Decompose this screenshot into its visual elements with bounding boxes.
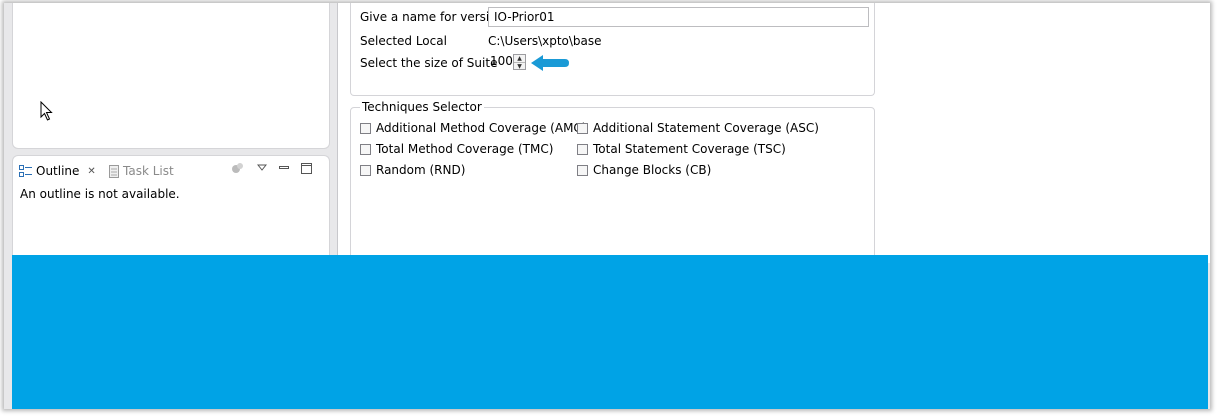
suite-size-input[interactable]: 100 [490,54,513,68]
left-top-panel [12,3,330,149]
mouse-cursor-icon [40,101,53,121]
checkbox-box[interactable] [577,164,588,176]
suite-size-spinner[interactable]: ▲ ▼ [513,54,526,70]
version-group: Give a name for version IO-Prior01 Selec… [350,3,875,96]
techniques-group: Techniques Selector Additional Method Co… [350,100,875,269]
version-name-label: Give a name for version [360,10,505,24]
outline-view: Outline ✕ Task List An outline is not av… [12,155,330,266]
focus-icon[interactable] [231,162,245,174]
checkbox-cb-label: Change Blocks (CB) [593,163,712,177]
checkbox-box[interactable] [360,164,371,176]
checkbox-box[interactable] [577,122,588,134]
checkbox-asc[interactable]: Additional Statement Coverage (ASC) [577,121,819,135]
version-name-input[interactable]: IO-Prior01 [488,7,869,27]
prioritization-form: Give a name for version IO-Prior01 Selec… [337,3,895,269]
maximize-icon[interactable] [301,162,312,174]
view-menu-icon[interactable] [257,164,267,172]
spin-up-icon[interactable]: ▲ [514,55,525,62]
checkbox-box[interactable] [360,122,371,134]
checkbox-box[interactable] [360,143,371,155]
tab-outline-label: Outline [36,164,80,178]
checkbox-rnd-label: Random (RND) [376,163,466,177]
outline-message: An outline is not available. [20,187,180,201]
checkbox-amc-label: Additional Method Coverage (AMC) [376,121,587,135]
eclipse-window: Outline ✕ Task List An outline is not av… [4,3,1210,409]
view-toolbar [231,162,312,174]
suite-size-label: Select the size of Suite [360,56,498,70]
tab-task-list[interactable]: Task List [109,162,174,180]
blue-banner [12,255,1208,409]
selected-local-value: C:\Users\xpto\base [488,34,602,48]
minimize-icon[interactable] [279,164,289,172]
checkbox-tmc[interactable]: Total Method Coverage (TMC) [360,142,553,156]
outline-icon [19,165,32,177]
techniques-legend: Techniques Selector [360,100,484,114]
checkbox-tmc-label: Total Method Coverage (TMC) [376,142,554,156]
checkbox-amc[interactable]: Additional Method Coverage (AMC) [360,121,587,135]
checkbox-tsc[interactable]: Total Statement Coverage (TSC) [577,142,786,156]
annotation-arrow-icon [531,55,569,71]
checkbox-box[interactable] [577,143,588,155]
checkbox-cb[interactable]: Change Blocks (CB) [577,163,711,177]
tab-task-list-label: Task List [123,164,174,178]
checkbox-rnd[interactable]: Random (RND) [360,163,465,177]
checkbox-asc-label: Additional Statement Coverage (ASC) [593,121,819,135]
selected-local-label: Selected Local [360,34,447,48]
task-list-icon [109,164,119,178]
close-icon[interactable]: ✕ [87,166,95,177]
right-panel [894,3,1210,263]
tab-outline[interactable]: Outline ✕ [19,162,96,180]
checkbox-tsc-label: Total Statement Coverage (TSC) [593,142,786,156]
spin-down-icon[interactable]: ▼ [514,62,525,70]
